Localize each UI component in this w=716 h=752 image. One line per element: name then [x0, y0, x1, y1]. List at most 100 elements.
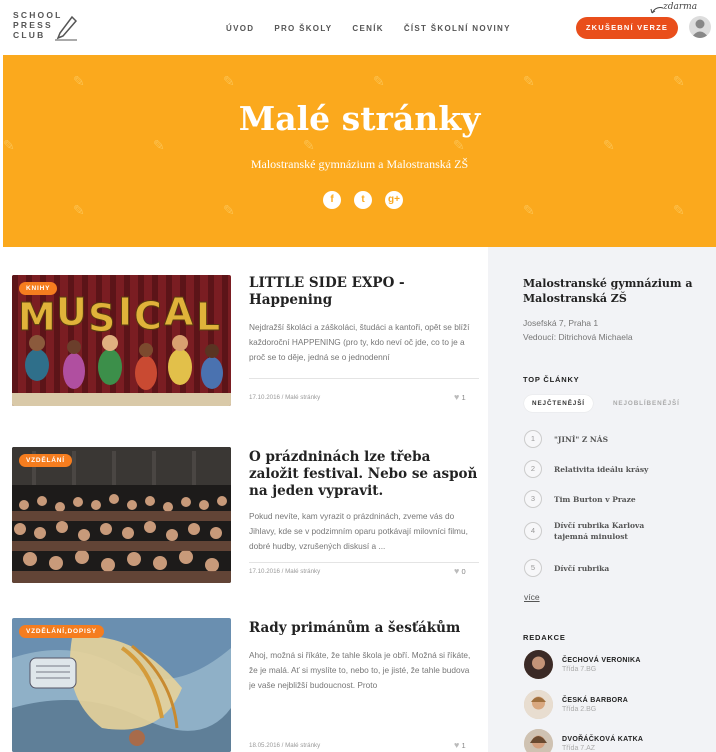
top-article-title[interactable]: Dívčí rubrika: [554, 563, 674, 574]
heart-icon: ♥: [454, 392, 460, 402]
top-article-title[interactable]: Relativita ideálu krásy: [554, 464, 674, 475]
rank-number: 4: [524, 522, 542, 540]
article-meta: 18.05.2016 / Malé stránky: [249, 742, 321, 749]
article-card[interactable]: VZDĚLÁNÍ O prázdninách lze třeba založit…: [12, 447, 479, 587]
article-list: MUS ICAL KNIHY LITTLE SIDE EXPO - Happen…: [0, 247, 488, 752]
google-plus-icon[interactable]: g+: [385, 191, 403, 209]
like-count[interactable]: ♥ 1: [454, 740, 466, 750]
trial-button[interactable]: ZKUŠEBNÍ VERZE: [576, 17, 678, 39]
pen-icon: [55, 15, 77, 41]
page-subtitle: Malostranské gymnázium a Malostranská ZŠ: [250, 157, 469, 171]
pencil-pattern-icon: ✎: [603, 137, 615, 153]
pencil-pattern-icon: ✎: [523, 202, 535, 218]
top-articles-heading: TOP ČLÁNKY: [523, 375, 580, 384]
article-divider: [249, 562, 479, 563]
editor-text: ČESKÁ BARBORA Třída 2.BG: [553, 697, 628, 713]
article-excerpt: Nejdražší školáci a záškoláci, študáci a…: [249, 322, 470, 362]
top-article-title[interactable]: "JINÍ" Z NÁS: [554, 434, 674, 445]
editor-name: DVOŘÁČKOVÁ KATKA: [562, 735, 644, 743]
user-avatar-icon[interactable]: [689, 16, 711, 38]
svg-text:A: A: [164, 290, 194, 334]
editor-text: ČECHOVÁ VERONIKA Třída 7.BG: [553, 657, 641, 673]
top-article-item[interactable]: 3 Tim Burton v Praze: [524, 490, 674, 508]
nav-cist-skolni-noviny[interactable]: ČÍST ŠKOLNÍ NOVINY: [404, 24, 511, 33]
nav-pro-skoly[interactable]: PRO ŠKOLY: [274, 24, 332, 33]
editor-avatar: [524, 729, 553, 752]
editors-heading: REDAKCE: [523, 633, 566, 642]
pencil-pattern-icon: ✎: [223, 202, 235, 218]
category-badge[interactable]: VZDĚLÁNÍ: [19, 454, 72, 467]
tab-most-read[interactable]: NEJČTENĚJŠÍ: [524, 395, 593, 412]
school-press-club-logo[interactable]: SCHOOL PRESS CLUB: [13, 10, 77, 46]
svg-text:U: U: [56, 290, 87, 334]
top-article-item[interactable]: 1 "JINÍ" Z NÁS: [524, 430, 674, 448]
facebook-icon[interactable]: f: [323, 191, 341, 209]
top-article-title[interactable]: Dívčí rubrika Karlova tajemná minulost: [554, 520, 674, 542]
like-count-value: 0: [461, 567, 466, 576]
rank-number: 1: [524, 430, 542, 448]
rank-number: 3: [524, 490, 542, 508]
article-card[interactable]: VZDĚLÁNÍ,DOPISY Rady primánům a šesťákům…: [12, 618, 472, 752]
school-head: Vedoucí: Ditrichová Michaela: [523, 332, 633, 342]
top-article-item[interactable]: 2 Relativita ideálu krásy: [524, 460, 674, 478]
top-bar: SCHOOL PRESS CLUB ÚVOD PRO ŠKOLY CENÍK Č…: [0, 0, 716, 55]
top-article-title[interactable]: Tim Burton v Praze: [554, 494, 674, 505]
pencil-pattern-icon: ✎: [373, 73, 385, 89]
editor-item[interactable]: DVOŘÁČKOVÁ KATKA Třída 7.AZ: [524, 729, 643, 752]
like-count-value: 1: [461, 393, 466, 402]
article-card[interactable]: MUS ICAL KNIHY LITTLE SIDE EXPO - Happen…: [12, 275, 479, 410]
nav-uvod[interactable]: ÚVOD: [226, 24, 254, 33]
article-meta: 17.10.2016 / Malé stránky: [249, 394, 321, 401]
like-count[interactable]: ♥ 1: [454, 392, 466, 402]
svg-text:C: C: [134, 294, 162, 338]
svg-text:L: L: [196, 295, 220, 339]
curved-arrow-icon: [650, 7, 664, 14]
article-thumbnail-festival[interactable]: VZDĚLÁNÍ: [12, 447, 231, 583]
editor-item[interactable]: ČESKÁ BARBORA Třída 2.BG: [524, 690, 628, 719]
like-count-value: 1: [461, 741, 466, 750]
social-links: f t g+: [323, 191, 403, 209]
pencil-pattern-icon: ✎: [673, 73, 685, 89]
twitter-icon[interactable]: t: [354, 191, 372, 209]
pencil-pattern-icon: ✎: [223, 73, 235, 89]
pencil-pattern-icon: ✎: [73, 202, 85, 218]
category-badge[interactable]: KNIHY: [19, 282, 58, 295]
svg-text:M: M: [18, 295, 56, 339]
heart-icon: ♥: [454, 740, 460, 750]
editor-class: Třída 7.AZ: [562, 744, 596, 752]
free-note: zdarma: [663, 2, 698, 12]
category-badge[interactable]: VZDĚLÁNÍ,DOPISY: [19, 625, 104, 638]
pencil-pattern-icon: ✎: [523, 73, 535, 89]
article-thumbnail-musical[interactable]: MUS ICAL KNIHY: [12, 275, 231, 406]
rank-number: 5: [524, 559, 542, 577]
article-divider: [249, 378, 479, 379]
page-title: Malé stránky: [238, 99, 481, 138]
article-title[interactable]: LITTLE SIDE EXPO - Happening: [249, 275, 479, 309]
hero-banner: ✎ ✎ ✎ ✎ ✎ ✎ ✎ ✎ ✎ ✎ ✎ ✎ ✎ ✎ Malé stránky…: [3, 55, 716, 247]
editor-name: ČECHOVÁ VERONIKA: [562, 656, 641, 664]
school-address: Josefská 7, Praha 1: [523, 318, 599, 328]
top-articles-tabs: NEJČTENĚJŠÍ NEJOBLÍBENĚJŠÍ: [524, 395, 688, 412]
article-title[interactable]: Rady primánům a šesťákům: [249, 620, 479, 637]
svg-text:I: I: [118, 290, 132, 334]
editor-item[interactable]: ČECHOVÁ VERONIKA Třída 7.BG: [524, 650, 641, 679]
editor-name: ČESKÁ BARBORA: [562, 696, 629, 704]
editor-class: Třída 7.BG: [562, 665, 597, 673]
editor-text: DVOŘÁČKOVÁ KATKA Třída 7.AZ: [553, 736, 643, 752]
heart-icon: ♥: [454, 566, 460, 576]
article-title[interactable]: O prázdninách lze třeba založit festival…: [249, 449, 479, 500]
main-nav: ÚVOD PRO ŠKOLY CENÍK ČÍST ŠKOLNÍ NOVINY: [226, 24, 511, 33]
pencil-pattern-icon: ✎: [73, 73, 85, 89]
editor-avatar: [524, 690, 553, 719]
nav-cenik[interactable]: CENÍK: [352, 24, 383, 33]
article-excerpt: Ahoj, možná si říkáte, že tahle škola je…: [249, 650, 471, 690]
top-article-item[interactable]: 5 Dívčí rubrika: [524, 559, 674, 577]
like-count[interactable]: ♥ 0: [454, 566, 466, 576]
editor-class: Třída 2.BG: [562, 705, 597, 713]
article-thumbnail-drawing[interactable]: VZDĚLÁNÍ,DOPISY: [12, 618, 231, 752]
rank-number: 2: [524, 460, 542, 478]
more-link[interactable]: více: [524, 592, 540, 602]
tab-most-liked[interactable]: NEJOBLÍBENĚJŠÍ: [605, 395, 688, 412]
school-sidebar: Malostranské gymnázium a Malostranská ZŠ…: [488, 247, 716, 752]
top-article-item[interactable]: 4 Dívčí rubrika Karlova tajemná minulost: [524, 520, 674, 542]
